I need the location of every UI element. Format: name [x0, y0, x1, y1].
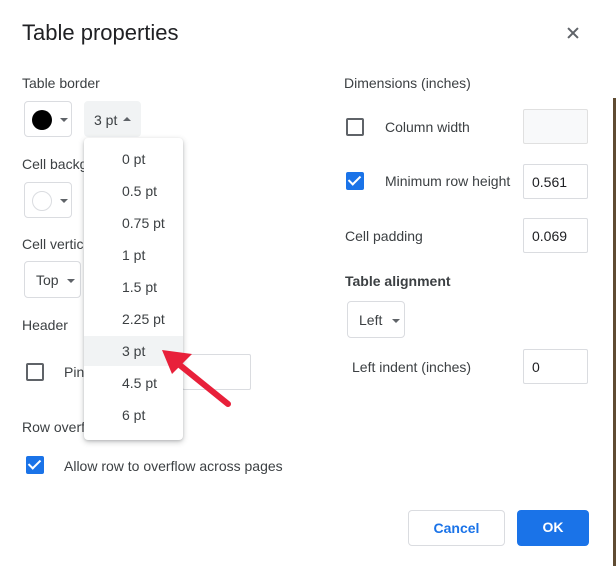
border-width-select[interactable]: 3 pt	[84, 101, 141, 137]
ok-button[interactable]: OK	[517, 510, 589, 546]
allow-row-overflow-label: Allow row to overflow across pages	[64, 458, 283, 474]
cancel-button[interactable]: Cancel	[408, 510, 505, 546]
min-row-height-input[interactable]: 0.561	[523, 164, 588, 199]
menu-item-border-width[interactable]: 0.75 pt	[84, 208, 183, 238]
column-width-label: Column width	[385, 119, 470, 135]
chevron-down-icon	[392, 319, 400, 323]
cell-vertical-align-label: Cell vertic	[22, 236, 84, 252]
table-properties-dialog: Table properties Table border 3 pt Cell …	[0, 0, 616, 566]
cell-padding-label: Cell padding	[345, 228, 423, 244]
menu-item-border-width[interactable]: 1 pt	[84, 240, 183, 270]
cell-padding-input[interactable]: 0.069	[523, 218, 588, 253]
chevron-down-icon	[60, 118, 68, 122]
min-row-height-label: Minimum row height	[385, 173, 511, 189]
column-width-checkbox[interactable]	[346, 118, 364, 136]
cell-vertical-align-value: Top	[36, 272, 59, 288]
close-icon[interactable]	[561, 22, 585, 46]
menu-item-border-width[interactable]: 0.5 pt	[84, 176, 183, 206]
chevron-down-icon	[60, 199, 68, 203]
cell-background-swatch	[32, 191, 52, 211]
table-border-label: Table border	[22, 75, 100, 91]
min-row-height-checkbox[interactable]	[346, 172, 364, 190]
border-color-swatch	[32, 110, 52, 130]
column-width-input[interactable]	[523, 109, 588, 144]
table-alignment-value: Left	[359, 312, 383, 328]
menu-item-border-width[interactable]: 2.25 pt	[84, 304, 183, 334]
pin-header-label: Pin	[64, 364, 85, 380]
left-indent-label: Left indent (inches)	[352, 359, 472, 375]
allow-row-overflow-checkbox[interactable]	[26, 456, 44, 474]
left-indent-input[interactable]: 0	[523, 349, 588, 384]
menu-item-border-width[interactable]: 1.5 pt	[84, 272, 183, 302]
dimensions-label: Dimensions (inches)	[344, 75, 471, 91]
chevron-up-icon	[123, 117, 131, 121]
table-alignment-label: Table alignment	[345, 273, 451, 289]
annotation-arrow-icon	[162, 350, 231, 407]
pin-header-checkbox[interactable]	[26, 363, 44, 381]
cell-background-color-button[interactable]	[24, 182, 72, 218]
border-width-value: 3 pt	[94, 112, 118, 128]
dialog-title: Table properties	[22, 20, 179, 45]
border-color-button[interactable]	[24, 101, 72, 137]
table-alignment-select[interactable]: Left	[347, 301, 405, 338]
header-label: Header	[22, 317, 68, 333]
menu-item-border-width[interactable]: 0 pt	[84, 144, 183, 174]
cell-background-label: Cell backg	[22, 156, 88, 172]
row-overflow-label: Row overf	[22, 419, 86, 435]
cell-vertical-align-select[interactable]: Top	[24, 261, 81, 298]
chevron-down-icon	[67, 279, 75, 283]
